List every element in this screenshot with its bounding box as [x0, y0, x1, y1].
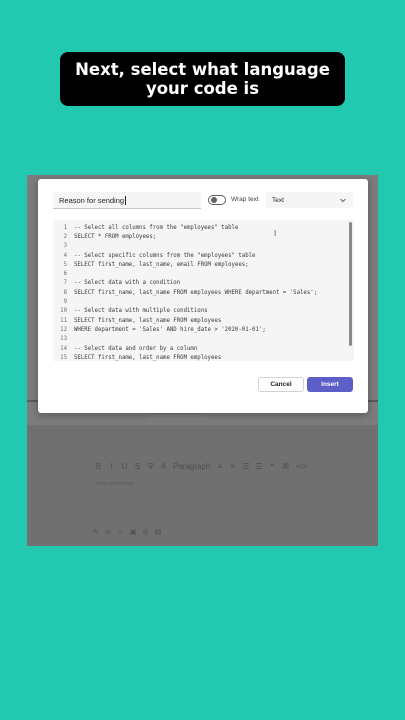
toolbar-item: ☰: [242, 462, 250, 471]
code-text: -- Select all columns from the "employee…: [74, 224, 239, 231]
line-number: 8: [63, 289, 67, 296]
wrap-text-label: Wrap text: [231, 196, 259, 203]
code-line: 3: [53, 242, 347, 251]
code-title-input[interactable]: Reason for sending: [53, 192, 201, 209]
code-title-value: Reason for sending: [59, 195, 125, 205]
line-number: 11: [60, 317, 67, 324]
compose-area-background: [27, 425, 378, 546]
language-select-value: Text: [272, 196, 284, 204]
toolbar-item: U: [121, 462, 128, 471]
compose-action-icon: ◎: [142, 529, 149, 536]
editor-scrollbar[interactable]: [349, 222, 352, 346]
line-number: 3: [63, 243, 67, 250]
code-text: -- Select specific columns from the "emp…: [74, 252, 256, 259]
compose-action-icon: ▤: [154, 529, 162, 536]
code-text: -- Select data with a condition: [74, 280, 181, 287]
code-line: 9: [53, 297, 347, 306]
toolbar-item: ☰: [255, 462, 263, 471]
compose-action-icon: ⊙: [104, 529, 111, 536]
compose-action-icon: ▣: [129, 529, 137, 536]
code-line: 10 -- Select data with multiple condition…: [53, 307, 347, 316]
code-line: 14 -- Select data and order by a column: [53, 344, 347, 353]
code-text: -- Select data and order by a column: [74, 345, 198, 352]
background-faint-text: [147, 415, 207, 421]
code-line: 5 SELECT first_name, last_name, email FRO…: [53, 260, 347, 269]
compose-action-icon: ☺: [116, 528, 124, 535]
line-number: 1: [63, 224, 67, 231]
code-text: SELECT first_name, last_name, email FROM…: [74, 261, 249, 268]
toolbar-item: ≡: [230, 462, 236, 471]
toolbar-item: A: [160, 462, 167, 471]
language-select[interactable]: Text: [266, 192, 353, 208]
code-text: SELECT first_name, last_name FROM employ…: [74, 317, 222, 324]
line-number: 7: [63, 280, 67, 287]
code-line: 13: [53, 335, 347, 344]
code-text: -- Select data with multiple conditions: [74, 308, 208, 315]
line-number: 2: [63, 233, 67, 240]
toolbar-item: I: [110, 462, 113, 471]
insert-code-dialog: Reason for sending Wrap text Text 1 -- Se…: [38, 179, 368, 413]
code-line: 6: [53, 269, 347, 278]
line-number: 6: [63, 271, 67, 278]
message-placeholder: Type a message: [95, 481, 136, 487]
code-text: SELECT first_name, last_name FROM employ…: [74, 289, 318, 296]
code-line: 7 -- Select data with a condition: [53, 279, 347, 288]
toolbar-item: ❝: [270, 462, 275, 471]
line-number: 9: [63, 299, 67, 306]
code-text: SELECT first_name, last_name FROM employ…: [74, 354, 222, 361]
code-line: 8 SELECT first_name, last_name FROM emplo…: [53, 288, 347, 297]
toolbar-item: ∇: [147, 462, 154, 471]
code-line: 4 -- Select specific columns from the "em…: [53, 251, 347, 260]
line-number: 5: [63, 261, 67, 268]
toolbar-item: </>: [295, 462, 308, 471]
i-beam-cursor-icon: I: [274, 229, 277, 238]
chevron-down-icon: [340, 198, 346, 203]
insert-button[interactable]: Insert: [307, 377, 353, 392]
formatting-toolbar: B I U S ∇ A Paragraph ≡ ≡ ☰ ☰ ❝ ⌘ </>: [95, 462, 307, 471]
toggle-knob: [211, 197, 217, 203]
code-line: 1 -- Select all columns from the "employe…: [53, 223, 347, 232]
code-text: SELECT * FROM employees;: [74, 233, 157, 240]
video-caption: Next, select what language your code is: [60, 52, 345, 106]
line-number: 15: [60, 354, 67, 361]
wrap-text-toggle[interactable]: [208, 195, 226, 205]
code-line: 12 WHERE department = 'Sales' AND hire_da…: [53, 325, 347, 334]
toolbar-item: S: [134, 462, 141, 471]
code-lines: 1 -- Select all columns from the "employe…: [53, 223, 347, 361]
toolbar-item: Paragraph: [173, 462, 211, 471]
toolbar-item: ⌘: [281, 462, 290, 471]
code-text: WHERE department = 'Sales' AND hire_date…: [74, 326, 266, 333]
cancel-button[interactable]: Cancel: [258, 377, 304, 392]
code-line: 11 SELECT first_name, last_name FROM empl…: [53, 316, 347, 325]
line-number: 4: [63, 252, 67, 259]
compose-actions-bar: ✎ ⊙ ☺ ▣ ◎ ▤: [93, 528, 161, 536]
code-line: 2 SELECT * FROM employees;: [53, 232, 347, 241]
line-number: 14: [60, 345, 67, 352]
line-number: 12: [60, 326, 67, 333]
line-number: 13: [60, 336, 67, 343]
toolbar-item: ≡: [217, 462, 223, 471]
text-caret: [125, 195, 127, 205]
code-editor[interactable]: 1 -- Select all columns from the "employe…: [53, 220, 354, 361]
toolbar-item: B: [95, 462, 102, 471]
line-number: 10: [60, 308, 67, 315]
compose-action-icon: ✎: [93, 529, 99, 536]
code-line: 15 SELECT first_name, last_name FROM empl…: [53, 353, 347, 361]
